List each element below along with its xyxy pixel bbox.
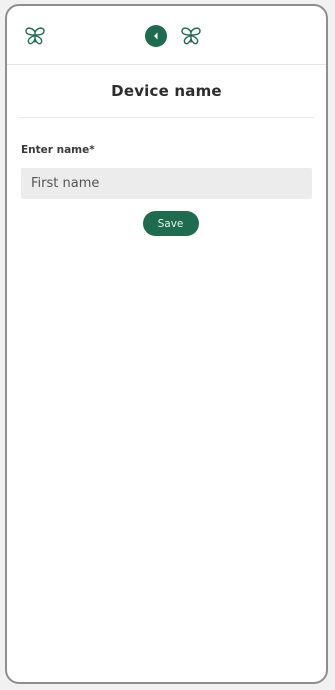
butterfly-logo-icon bbox=[179, 24, 203, 48]
device-name-form: Enter name* Save bbox=[7, 118, 326, 236]
save-button[interactable]: Save bbox=[142, 211, 199, 236]
name-input[interactable] bbox=[21, 168, 312, 199]
back-arrow-icon bbox=[154, 32, 158, 40]
top-bar bbox=[7, 6, 326, 65]
name-field-label: Enter name* bbox=[21, 144, 95, 156]
phone-frame: Device name Enter name* Save bbox=[5, 4, 328, 684]
page-title: Device name bbox=[111, 82, 222, 100]
header-center bbox=[145, 24, 203, 48]
form-actions: Save bbox=[21, 211, 312, 236]
title-row: Device name bbox=[19, 65, 314, 118]
butterfly-logo-icon bbox=[23, 24, 47, 48]
back-button[interactable] bbox=[145, 25, 167, 47]
